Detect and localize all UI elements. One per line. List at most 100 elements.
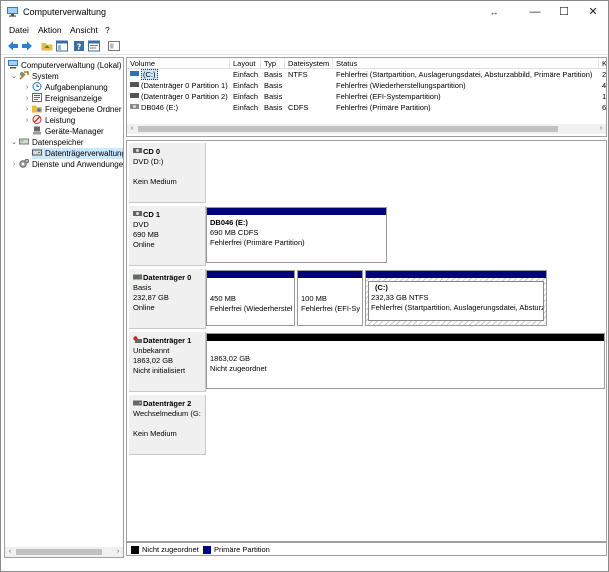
scroll-right-icon[interactable]: › [596, 124, 606, 134]
tree-item-system[interactable]: ⌄ System [11, 71, 59, 82]
tree-item-ereignisanzeige[interactable]: › Ereignisanzeige [26, 93, 102, 104]
table-row[interactable]: (Datenträger 0 Partition 1) Einfach Basi… [127, 80, 606, 91]
column-status[interactable]: Status [333, 58, 599, 69]
disk-info-datentraeger-0[interactable]: Datenträger 0 Basis 232,87 GB Online [129, 269, 206, 329]
performance-icon [32, 115, 42, 124]
close-button[interactable]: ✕ [578, 4, 608, 20]
disk-info-datentraeger-1[interactable]: Datenträger 1 Unbekannt 1863,02 GB Nicht… [129, 332, 206, 392]
legend-unallocated: Nicht zugeordnet [142, 545, 199, 554]
title-bar: Computerverwaltung ↔ — ☐ ✕ [1, 1, 608, 23]
tree-item-geraete-manager[interactable]: Geräte-Manager [32, 126, 104, 137]
tree-item-aufgabenplanung[interactable]: › Aufgabenplanung [26, 82, 108, 93]
dvd-drive-icon [133, 148, 142, 153]
menu-bar: Datei Aktion Ansicht ? [1, 23, 608, 37]
up-folder-icon[interactable] [41, 40, 53, 52]
column-k[interactable]: K [599, 58, 606, 69]
type-cell: Basis [264, 103, 283, 112]
drive-icon [130, 71, 139, 76]
tree-horizontal-scrollbar[interactable]: ‹ › [5, 547, 123, 557]
minimize-button[interactable]: — [520, 4, 550, 20]
forward-arrow-icon[interactable] [21, 40, 33, 52]
disk-info-cd1[interactable]: CD 1 DVD 690 MB Online [129, 206, 206, 266]
column-dateisystem[interactable]: Dateisystem [285, 58, 333, 69]
layout-cell: Einfach [233, 70, 259, 79]
tools-icon [19, 71, 29, 80]
volume-list-horizontal-scrollbar[interactable]: ‹ › [127, 124, 606, 134]
properties-icon[interactable]: ? [73, 40, 85, 52]
status-cell: Fehlerfrei (Wiederherstellungspartition) [336, 81, 466, 90]
status-cell: Fehlerfrei (Startpartition, Auslagerungs… [336, 70, 593, 79]
help-icon[interactable] [88, 40, 100, 52]
filesystem-cell: NTFS [288, 70, 308, 79]
disk-row-cd1: CD 1 DVD 690 MB Online DB046 (E:) 690 MB… [127, 206, 606, 266]
scrollbar-thumb[interactable] [16, 549, 102, 555]
column-typ[interactable]: Typ [261, 58, 285, 69]
expanded-chevron-icon[interactable]: ⌄ [10, 137, 18, 148]
collapsed-chevron-icon[interactable]: › [23, 104, 31, 115]
partition-c-drive[interactable]: (C:) 232,33 GB NTFS Fehlerfrei (Startpar… [365, 270, 547, 326]
scroll-right-icon[interactable]: › [113, 547, 123, 557]
menu-datei[interactable]: Datei [9, 25, 29, 35]
menu-help[interactable]: ? [105, 25, 110, 35]
unallocated-swatch [131, 546, 139, 554]
disk-info-datentraeger-2[interactable]: Datenträger 2 Wechselmedium (G: Kein Med… [129, 395, 206, 455]
table-row[interactable]: (C:) Einfach Basis NTFS Fehlerfrei (Star… [127, 69, 606, 80]
legend-primary-partition: Primäre Partition [214, 545, 270, 554]
computer-management-icon [7, 7, 18, 17]
maximize-button[interactable]: ☐ [549, 4, 579, 20]
tree-item-root[interactable]: Computerverwaltung (Lokal) [8, 60, 122, 71]
tree-item-dienste[interactable]: › Dienste und Anwendungen [13, 159, 123, 170]
table-row[interactable]: DB046 (E:) Einfach Basis CDFS Fehlerfrei… [127, 102, 606, 113]
partition-db046[interactable]: DB046 (E:) 690 MB CDFS Fehlerfrei (Primä… [206, 207, 387, 263]
partition-unallocated[interactable]: 1863,02 GB Nicht zugeordnet [206, 333, 605, 389]
shared-folder-icon [32, 105, 42, 113]
tree-item-leistung[interactable]: › Leistung [26, 115, 75, 126]
scroll-left-icon[interactable]: ‹ [5, 547, 15, 557]
volume-list-header: Volume Layout Typ Dateisystem Status K [127, 58, 606, 69]
navigation-tree: Computerverwaltung (Lokal) ⌄ System › Au… [4, 57, 124, 558]
layout-cell: Einfach [233, 103, 259, 112]
disk-row-datentraeger-2: Datenträger 2 Wechselmedium (G: Kein Med… [127, 395, 606, 455]
show-hide-pane-icon[interactable] [108, 40, 120, 52]
volume-cell: (Datenträger 0 Partition 2) [127, 91, 230, 102]
computer-management-icon [8, 60, 18, 69]
console-tree-icon[interactable] [56, 40, 68, 52]
toolbar: ? [1, 37, 608, 55]
menu-aktion[interactable]: Aktion [38, 25, 62, 35]
disk-management-icon [32, 149, 42, 156]
collapsed-chevron-icon[interactable]: › [23, 115, 31, 126]
device-manager-icon [33, 126, 41, 135]
layout-cell: Einfach [233, 81, 259, 90]
svg-text:?: ? [77, 43, 82, 52]
menu-ansicht[interactable]: Ansicht [70, 25, 98, 35]
disk-graphical-view: CD 0 DVD (D:) Kein Medium CD 1 DVD 690 M… [126, 140, 607, 542]
window-title: Computerverwaltung [23, 7, 107, 17]
expanded-chevron-icon[interactable]: ⌄ [10, 71, 18, 82]
collapsed-chevron-icon[interactable]: › [23, 82, 31, 93]
tree-item-datentraegerverwaltung[interactable]: Datenträgerverwaltung [32, 148, 123, 159]
disk-row-cd0: CD 0 DVD (D:) Kein Medium [127, 143, 606, 203]
dvd-drive-icon [133, 211, 142, 216]
filesystem-cell [285, 91, 333, 102]
collapsed-chevron-icon[interactable]: › [23, 93, 31, 104]
volume-cell: DB046 (E:) [127, 102, 230, 113]
drive-icon [130, 82, 139, 87]
table-row[interactable]: (Datenträger 0 Partition 2) Einfach Basi… [127, 91, 606, 102]
dvd-drive-icon [130, 104, 139, 109]
disk-info-cd0[interactable]: CD 0 DVD (D:) Kein Medium [129, 143, 206, 203]
clock-icon [32, 82, 42, 91]
collapsed-chevron-icon[interactable]: › [10, 159, 18, 170]
resize-arrows-icon[interactable]: ↔ [479, 4, 509, 20]
status-cell: Fehlerfrei (Primäre Partition) [336, 103, 431, 112]
scroll-left-icon[interactable]: ‹ [127, 124, 137, 134]
back-arrow-icon[interactable] [7, 40, 19, 52]
partition-recovery[interactable]: 450 MB Fehlerfrei (Wiederherstel [206, 270, 295, 326]
disk-row-datentraeger-0: Datenträger 0 Basis 232,87 GB Online 450… [127, 269, 606, 329]
scrollbar-thumb[interactable] [138, 126, 558, 132]
column-layout[interactable]: Layout [230, 58, 261, 69]
tree-item-freigegebene-ordner[interactable]: › Freigegebene Ordner [26, 104, 122, 115]
primary-partition-bar [207, 208, 386, 215]
tree-item-datenspeicher[interactable]: ⌄ Datenspeicher [11, 137, 84, 148]
column-volume[interactable]: Volume [127, 58, 230, 69]
partition-efi[interactable]: 100 MB Fehlerfrei (EFI-Sys [297, 270, 363, 326]
